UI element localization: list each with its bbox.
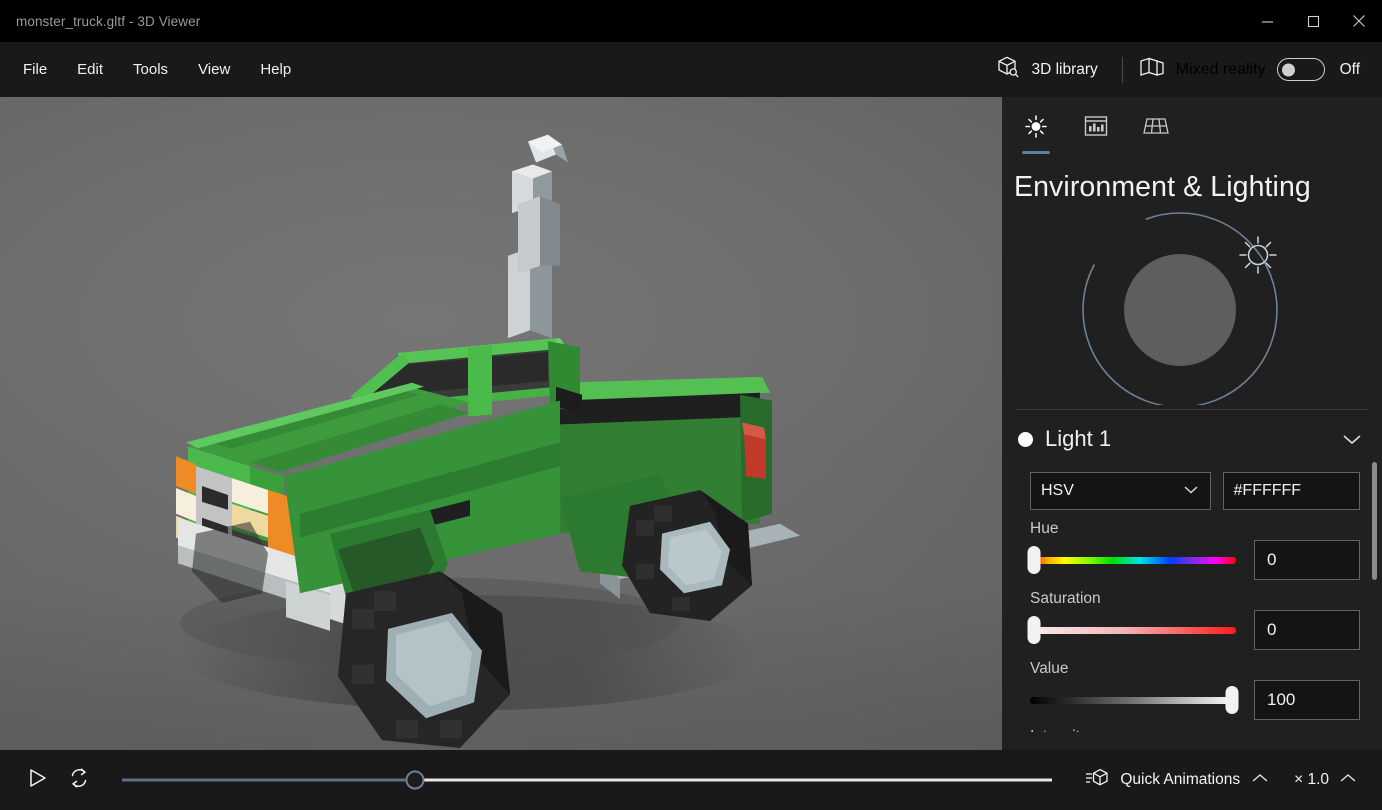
3d-library-button[interactable]: 3D library (984, 47, 1109, 92)
monster-truck-model (0, 97, 1002, 750)
value-label: Value (1030, 660, 1360, 678)
menu-bar: File Edit Tools View Help 3D library (0, 42, 1382, 97)
saturation-track (1030, 627, 1236, 634)
value-value-input[interactable]: 100 (1254, 680, 1360, 720)
3d-library-label: 3D library (1031, 61, 1097, 79)
value-slider-block: Value 100 (1002, 650, 1382, 720)
chevron-down-icon (1182, 482, 1200, 500)
color-mode-select[interactable]: HSV (1030, 472, 1211, 510)
quick-animations-label: Quick Animations (1120, 771, 1240, 789)
hue-slider[interactable] (1030, 545, 1236, 575)
panel-title: Environment & Lighting (1002, 149, 1382, 204)
color-mode-row: HSV #FFFFFF (1002, 452, 1382, 510)
saturation-thumb[interactable] (1028, 616, 1041, 644)
light-enabled-indicator[interactable] (1018, 432, 1033, 447)
menu-view[interactable]: View (183, 54, 245, 85)
light-1-header[interactable]: Light 1 (1002, 410, 1382, 452)
panel-scrollbar[interactable] (1370, 97, 1379, 750)
window-controls (1244, 0, 1382, 42)
scrollbar-thumb[interactable] (1372, 462, 1377, 580)
tab-environment-lighting[interactable] (1014, 109, 1058, 149)
quick-animations-button[interactable]: Quick Animations (1074, 759, 1280, 802)
tab-statistics[interactable] (1074, 109, 1118, 149)
value-track (1030, 697, 1236, 704)
intensity-label-partial: Intensity (1002, 720, 1382, 732)
main-body: Environment & Lighting (0, 97, 1382, 750)
hue-row: 0 (1030, 540, 1360, 580)
bottom-bar: Quick Animations × 1.0 (0, 750, 1382, 810)
bottom-bar-right: Quick Animations × 1.0 (1074, 759, 1368, 802)
mixed-reality-label: Mixed reality (1176, 61, 1266, 79)
play-button[interactable] (16, 759, 58, 801)
loop-icon (67, 766, 91, 795)
value-row: 100 (1030, 680, 1360, 720)
light-orbit-control[interactable] (1002, 210, 1382, 405)
animation-cube-icon (1084, 767, 1110, 794)
hue-thumb[interactable] (1028, 546, 1041, 574)
stats-chart-icon (1083, 113, 1109, 139)
timeline-thumb[interactable] (406, 771, 425, 790)
toolbar-right: 3D library Mixed reality Off (984, 42, 1382, 97)
title-bar: monster_truck.gltf - 3D Viewer (0, 0, 1382, 42)
timeline-track-elapsed (122, 779, 415, 782)
menu-file[interactable]: File (8, 54, 62, 85)
menu-edit[interactable]: Edit (62, 54, 118, 85)
toggle-knob (1282, 63, 1295, 76)
saturation-slider-block: Saturation 0 (1002, 580, 1382, 650)
saturation-slider[interactable] (1030, 615, 1236, 645)
grid-icon (1142, 113, 1170, 139)
hue-slider-block: Hue 0 (1002, 510, 1382, 580)
active-tab-underline (1022, 151, 1050, 154)
timeline-track-remaining (415, 779, 1052, 782)
playback-speed-button[interactable]: × 1.0 (1284, 763, 1368, 798)
chevron-up-icon (1338, 771, 1358, 790)
chevron-up-icon (1250, 771, 1270, 790)
light-1-label: Light 1 (1045, 426, 1340, 452)
menu-items: File Edit Tools View Help (0, 54, 306, 85)
tab-grid[interactable] (1134, 109, 1178, 149)
app-window: monster_truck.gltf - 3D Viewer File Edit… (0, 0, 1382, 810)
animation-timeline-slider[interactable] (122, 760, 1052, 800)
toolbar-separator (1122, 57, 1123, 83)
chevron-down-icon[interactable] (1340, 431, 1364, 447)
hex-color-input[interactable]: #FFFFFF (1223, 472, 1360, 510)
right-panel: Environment & Lighting (1002, 97, 1382, 750)
hue-track (1030, 557, 1236, 564)
playback-speed-label: × 1.0 (1294, 771, 1329, 789)
close-button[interactable] (1336, 0, 1382, 42)
panel-tab-bar (1002, 97, 1382, 149)
play-icon (26, 767, 48, 794)
color-mode-value: HSV (1041, 482, 1182, 500)
saturation-value-input[interactable]: 0 (1254, 610, 1360, 650)
hue-value-input[interactable]: 0 (1254, 540, 1360, 580)
loop-button[interactable] (58, 759, 100, 801)
mixed-reality-group: Mixed reality Off (1135, 50, 1364, 89)
value-slider[interactable] (1030, 685, 1236, 715)
3d-viewport[interactable] (0, 97, 1002, 750)
maximize-button[interactable] (1290, 0, 1336, 42)
menu-tools[interactable]: Tools (118, 54, 183, 85)
hue-label: Hue (1030, 520, 1360, 538)
sun-icon (1023, 113, 1049, 139)
mixed-reality-toggle[interactable] (1277, 58, 1325, 81)
menu-help[interactable]: Help (245, 54, 306, 85)
minimize-button[interactable] (1244, 0, 1290, 42)
saturation-label: Saturation (1030, 590, 1360, 608)
cube-search-icon (996, 55, 1020, 84)
window-title: monster_truck.gltf - 3D Viewer (16, 14, 200, 29)
value-thumb[interactable] (1225, 686, 1238, 714)
mixed-reality-icon (1139, 56, 1165, 83)
saturation-row: 0 (1030, 610, 1360, 650)
mixed-reality-state: Off (1340, 61, 1360, 79)
